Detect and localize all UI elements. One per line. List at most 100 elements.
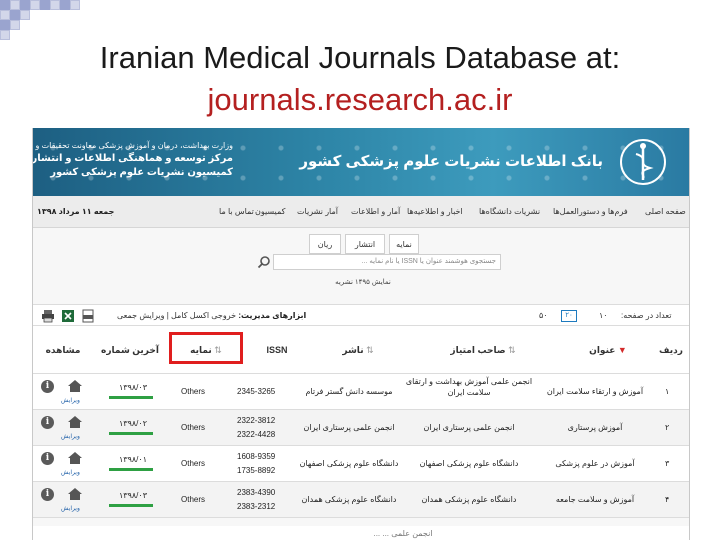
- nav-item-forms[interactable]: فرم‌ها و دستورالعمل‌ها: [553, 196, 628, 228]
- last-issue-indicator: [109, 468, 153, 471]
- header-title[interactable]: ▼ عنوان: [573, 340, 643, 360]
- slide-title: Iranian Medical Journals Database at:: [99, 40, 621, 75]
- table-row-partial: انجمن علمی ... ...: [33, 526, 689, 540]
- last-issue-indicator: [109, 432, 153, 435]
- search-icon[interactable]: [257, 255, 271, 269]
- excel-icon[interactable]: [61, 309, 75, 323]
- header-row-number: ردیف: [659, 345, 683, 355]
- last-issue: ۱۳۹۸/۰۳: [118, 491, 147, 500]
- medical-emblem-icon[interactable]: [619, 138, 667, 186]
- pdf-icon[interactable]: [81, 309, 95, 323]
- edit-link[interactable]: ویرایش: [61, 397, 80, 404]
- nav-item-news[interactable]: اخبار و اطلاعیه‌ها: [407, 196, 463, 228]
- banner-org-lines: وزارت بهداشت، درمان و آموزش پزشکی معاونت…: [32, 140, 233, 180]
- info-icon[interactable]: i: [41, 488, 54, 501]
- current-date: جمعه ۱۱ مرداد ۱۳۹۸: [37, 207, 115, 216]
- admin-tools: ابزارهای مدیریت: خروجی اکسل کامل | ویرای…: [117, 305, 306, 327]
- slide-subtitle-url[interactable]: journals.research.ac.ir: [0, 82, 720, 118]
- result-count: نمایش ۱۴۹۵ نشریه: [335, 279, 391, 286]
- sort-active-icon[interactable]: ▼: [618, 345, 627, 355]
- banner-line-center: مرکز توسعه و هماهنگی اطلاعات و انتشارات …: [32, 153, 233, 164]
- journal-title[interactable]: آموزش و ارتقاء سلامت ایران: [535, 386, 655, 397]
- journal-title[interactable]: آموزش و سلامت جامعه: [535, 494, 655, 505]
- issn-electronic: 1735-8892: [237, 466, 276, 475]
- site-logo-text[interactable]: بانک اطلاعات نشریات علوم پزشکی کشور: [299, 152, 603, 170]
- publisher: دانشگاه علوم پزشکی همدان: [301, 495, 397, 504]
- home-icon[interactable]: [67, 415, 83, 429]
- edit-link[interactable]: ویرایش: [61, 505, 80, 512]
- main-nav: صفحه اصلی فرم‌ها و دستورالعمل‌ها نشریات …: [33, 196, 689, 228]
- row-number: ۲: [665, 423, 670, 432]
- nav-item-contact[interactable]: تماس با ما: [219, 196, 254, 228]
- issn: 2345-3265: [237, 387, 276, 396]
- search-tab-index[interactable]: نمایه: [389, 234, 419, 254]
- header-last-issue[interactable]: آخرین شماره: [95, 340, 165, 360]
- nav-item-commission[interactable]: کمیسیون: [255, 196, 285, 228]
- per-page-option-20-selected[interactable]: ۲۰: [561, 310, 577, 322]
- last-issue: ۱۳۹۸/۰۲: [118, 419, 147, 428]
- partial-row-text: انجمن علمی ... ...: [373, 529, 433, 538]
- license-holder: دانشگاه علوم پزشکی همدان: [421, 495, 517, 504]
- nav-item-stats[interactable]: آمار و اطلاعات: [351, 196, 400, 228]
- nav-item-journal-stats[interactable]: آمار نشریات: [297, 196, 338, 228]
- header-view: مشاهده: [45, 345, 81, 355]
- header-publisher[interactable]: ⇅ ناشر: [323, 340, 393, 360]
- publisher: انجمن علمی پرستاری ایران: [303, 423, 395, 432]
- last-issue-indicator: [109, 504, 153, 507]
- row-number: ۳: [665, 459, 670, 468]
- info-icon[interactable]: i: [41, 380, 54, 393]
- search-area: نمایه انتشار ریان جستجوی هوشمند عنوان یا…: [33, 228, 689, 304]
- edit-link[interactable]: ویرایش: [61, 469, 80, 476]
- issn: 1608-9359: [237, 452, 276, 461]
- table-row[interactable]: ۴ آموزش و سلامت جامعه دانشگاه علوم پزشکی…: [33, 482, 689, 518]
- home-icon[interactable]: [67, 379, 83, 393]
- license-holder: انجمن علمی آموزش بهداشت و ارتقای سلامت ا…: [405, 377, 533, 397]
- per-page-option-50[interactable]: ۵۰: [539, 305, 548, 327]
- issn: 2322-3812: [237, 416, 276, 425]
- header-issn[interactable]: ISSN: [247, 340, 307, 360]
- per-page-option-10[interactable]: ۱۰: [599, 305, 608, 327]
- site-banner: وزارت بهداشت، درمان و آموزش پزشکی معاونت…: [32, 128, 689, 196]
- banner-line-commission: کمیسیون نشریات علوم پزشکی کشور: [50, 167, 233, 178]
- nav-item-home[interactable]: صفحه اصلی: [645, 196, 686, 228]
- search-input[interactable]: جستجوی هوشمند عنوان یا ISSN یا نام نمایه…: [273, 254, 501, 270]
- banner-line-ministry: وزارت بهداشت، درمان و آموزش پزشکی معاونت…: [32, 141, 233, 150]
- journal-title[interactable]: آموزش در علوم پزشکی: [535, 458, 655, 469]
- home-icon[interactable]: [67, 451, 83, 465]
- table-header: ردیف ▼ عنوان ⇅ صاحب امتیاز ⇅ ناشر ISSN ⇅…: [33, 326, 689, 374]
- edit-link[interactable]: ویرایش: [61, 433, 80, 440]
- issn: 2383-4390: [237, 488, 276, 497]
- row-number: ۱: [665, 387, 670, 396]
- print-icon[interactable]: [41, 309, 55, 323]
- index-column-highlight: [169, 332, 243, 364]
- header-license-holder[interactable]: ⇅ صاحب امتیاز: [433, 340, 533, 360]
- home-icon[interactable]: [67, 487, 83, 501]
- table-toolbar: ابزارهای مدیریت: خروجی اکسل کامل | ویرای…: [33, 304, 689, 327]
- last-issue: ۱۳۹۸/۰۱: [118, 455, 147, 464]
- table-row[interactable]: ۱ آموزش و ارتقاء سلامت ایران انجمن علمی …: [33, 374, 689, 410]
- index-value: Others: [181, 387, 206, 396]
- index-value: Others: [181, 459, 206, 468]
- license-holder: دانشگاه علوم پزشکی اصفهان: [419, 459, 519, 468]
- table-row[interactable]: ۳ آموزش در علوم پزشکی دانشگاه علوم پزشکی…: [33, 446, 689, 482]
- last-issue: ۱۳۹۸/۰۳: [118, 383, 147, 392]
- last-issue-indicator: [109, 396, 153, 399]
- index-value: Others: [181, 495, 206, 504]
- row-number: ۴: [665, 495, 670, 504]
- sort-icon[interactable]: ⇅: [508, 345, 516, 355]
- admin-tools-label: ابزارهای مدیریت:: [238, 311, 307, 320]
- website-screenshot: وزارت بهداشت، درمان و آموزش پزشکی معاونت…: [32, 128, 690, 540]
- issn-electronic: 2322-4428: [237, 430, 276, 439]
- nav-item-university-journals[interactable]: نشریات دانشگاه‌ها: [479, 196, 540, 228]
- publisher: موسسه دانش گستر فرتام: [305, 387, 393, 396]
- sort-icon[interactable]: ⇅: [366, 345, 374, 355]
- info-icon[interactable]: i: [41, 416, 54, 429]
- search-tab-rayan[interactable]: ریان: [309, 234, 341, 254]
- info-icon[interactable]: i: [41, 452, 54, 465]
- publisher: دانشگاه علوم پزشکی اصفهان: [299, 459, 399, 468]
- journal-title[interactable]: آموزش پرستاری: [535, 422, 655, 433]
- index-value: Others: [181, 423, 206, 432]
- admin-tools-links[interactable]: خروجی اکسل کامل | ویرایش جمعی: [117, 311, 236, 320]
- table-row[interactable]: ۲ آموزش پرستاری انجمن علمی پرستاری ایران…: [33, 410, 689, 446]
- search-tab-publish[interactable]: انتشار: [345, 234, 385, 254]
